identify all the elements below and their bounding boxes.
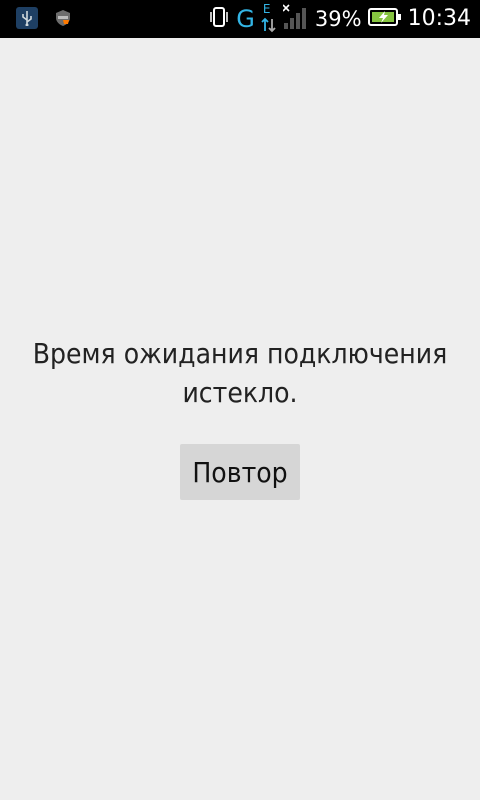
system-icons: G E 39% 10:34: [208, 0, 471, 38]
network-type-label: G: [236, 5, 255, 33]
battery-percent: 39%: [314, 6, 362, 31]
shield-icon: [52, 7, 74, 29]
usb-icon: [16, 7, 38, 29]
data-activity-icon: E: [261, 3, 277, 33]
notification-icons: [16, 7, 74, 29]
vibrate-icon: [208, 5, 230, 33]
clock: 10:34: [407, 6, 471, 31]
retry-button[interactable]: Повтор: [180, 444, 300, 500]
timeout-panel: Время ожидания подключения истекло. Повт…: [0, 334, 480, 500]
status-bar: G E 39% 10:34: [0, 0, 480, 38]
signal-strength-icon: [282, 4, 309, 34]
timeout-message: Время ожидания подключения истекло.: [32, 337, 448, 409]
battery-charging-icon: [367, 6, 402, 32]
